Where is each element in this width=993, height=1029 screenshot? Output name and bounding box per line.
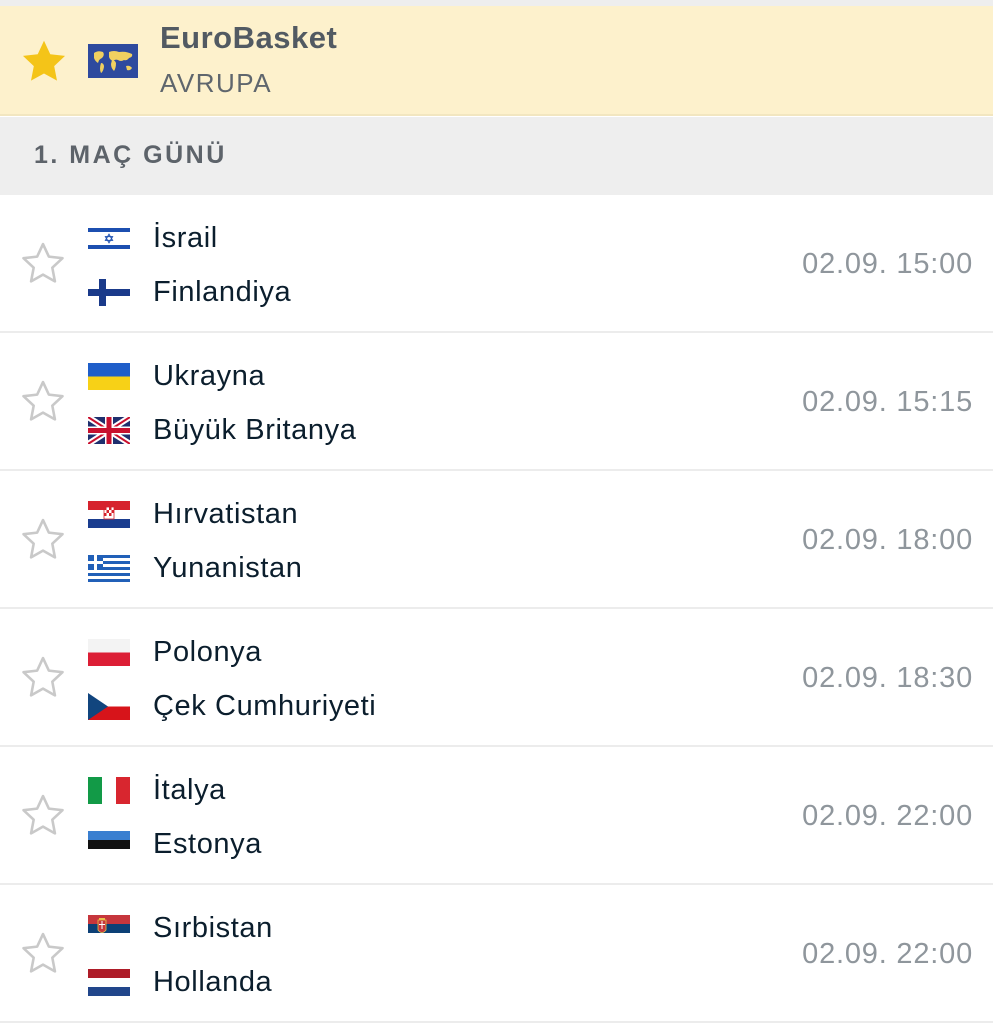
home-team-name: Polonya (153, 636, 262, 668)
star-outline-icon[interactable] (17, 376, 69, 428)
star-outline-icon[interactable] (17, 928, 69, 980)
match-time: 02.09. 18:00 (802, 524, 973, 556)
match-row[interactable]: İsrail Finlandiya 02.09. 15:00 (0, 195, 993, 333)
world-flag-icon (88, 44, 138, 78)
league-name[interactable]: EuroBasket (160, 20, 337, 56)
match-row[interactable]: İtalya Estonya 02.09. 22:00 (0, 747, 993, 885)
home-team-name: İtalya (153, 774, 226, 806)
star-outline-icon[interactable] (17, 514, 69, 566)
away-team-name: Çek Cumhuriyeti (153, 690, 377, 722)
match-list: İsrail Finlandiya 02.09. 15:00 Ukrayna B… (0, 195, 993, 1023)
match-row[interactable]: Hırvatistan Yunanistan 02.09. 18:00 (0, 471, 993, 609)
league-header[interactable]: EuroBasket AVRUPA (0, 6, 993, 116)
star-outline-icon[interactable] (17, 238, 69, 290)
away-team-name: Finlandiya (153, 276, 292, 308)
away-team-name: Büyük Britanya (153, 414, 357, 446)
poland-flag-icon (88, 639, 130, 666)
away-team-name: Estonya (153, 828, 262, 860)
home-team-name: Ukrayna (153, 360, 266, 392)
match-row[interactable]: Ukrayna Büyük Britanya 02.09. 15:15 (0, 333, 993, 471)
united-kingdom-flag-icon (88, 417, 130, 444)
round-label: 1. MAÇ GÜNÜ (34, 141, 227, 169)
netherlands-flag-icon (88, 969, 130, 996)
croatia-flag-icon (88, 501, 130, 528)
estonia-flag-icon (88, 831, 130, 858)
match-row[interactable]: Sırbistan Hollanda 02.09. 22:00 (0, 885, 993, 1023)
star-filled-icon[interactable] (18, 36, 70, 88)
italy-flag-icon (88, 777, 130, 804)
match-row[interactable]: Polonya Çek Cumhuriyeti 02.09. 18:30 (0, 609, 993, 747)
home-team-name: Hırvatistan (153, 498, 299, 530)
match-time: 02.09. 15:15 (802, 386, 973, 418)
israel-flag-icon (88, 225, 130, 252)
match-time: 02.09. 22:00 (802, 938, 973, 970)
star-outline-icon[interactable] (17, 790, 69, 842)
match-time: 02.09. 18:30 (802, 662, 973, 694)
serbia-flag-icon (88, 915, 130, 942)
ukraine-flag-icon (88, 363, 130, 390)
czech-republic-flag-icon (88, 693, 130, 720)
greece-flag-icon (88, 555, 130, 582)
star-outline-icon[interactable] (17, 652, 69, 704)
match-time: 02.09. 22:00 (802, 800, 973, 832)
home-team-name: İsrail (153, 222, 218, 254)
league-region: AVRUPA (160, 68, 273, 98)
away-team-name: Yunanistan (153, 552, 303, 584)
away-team-name: Hollanda (153, 966, 273, 998)
match-time: 02.09. 15:00 (802, 248, 973, 280)
finland-flag-icon (88, 279, 130, 306)
home-team-name: Sırbistan (153, 912, 273, 944)
round-header: 1. MAÇ GÜNÜ (0, 117, 993, 195)
